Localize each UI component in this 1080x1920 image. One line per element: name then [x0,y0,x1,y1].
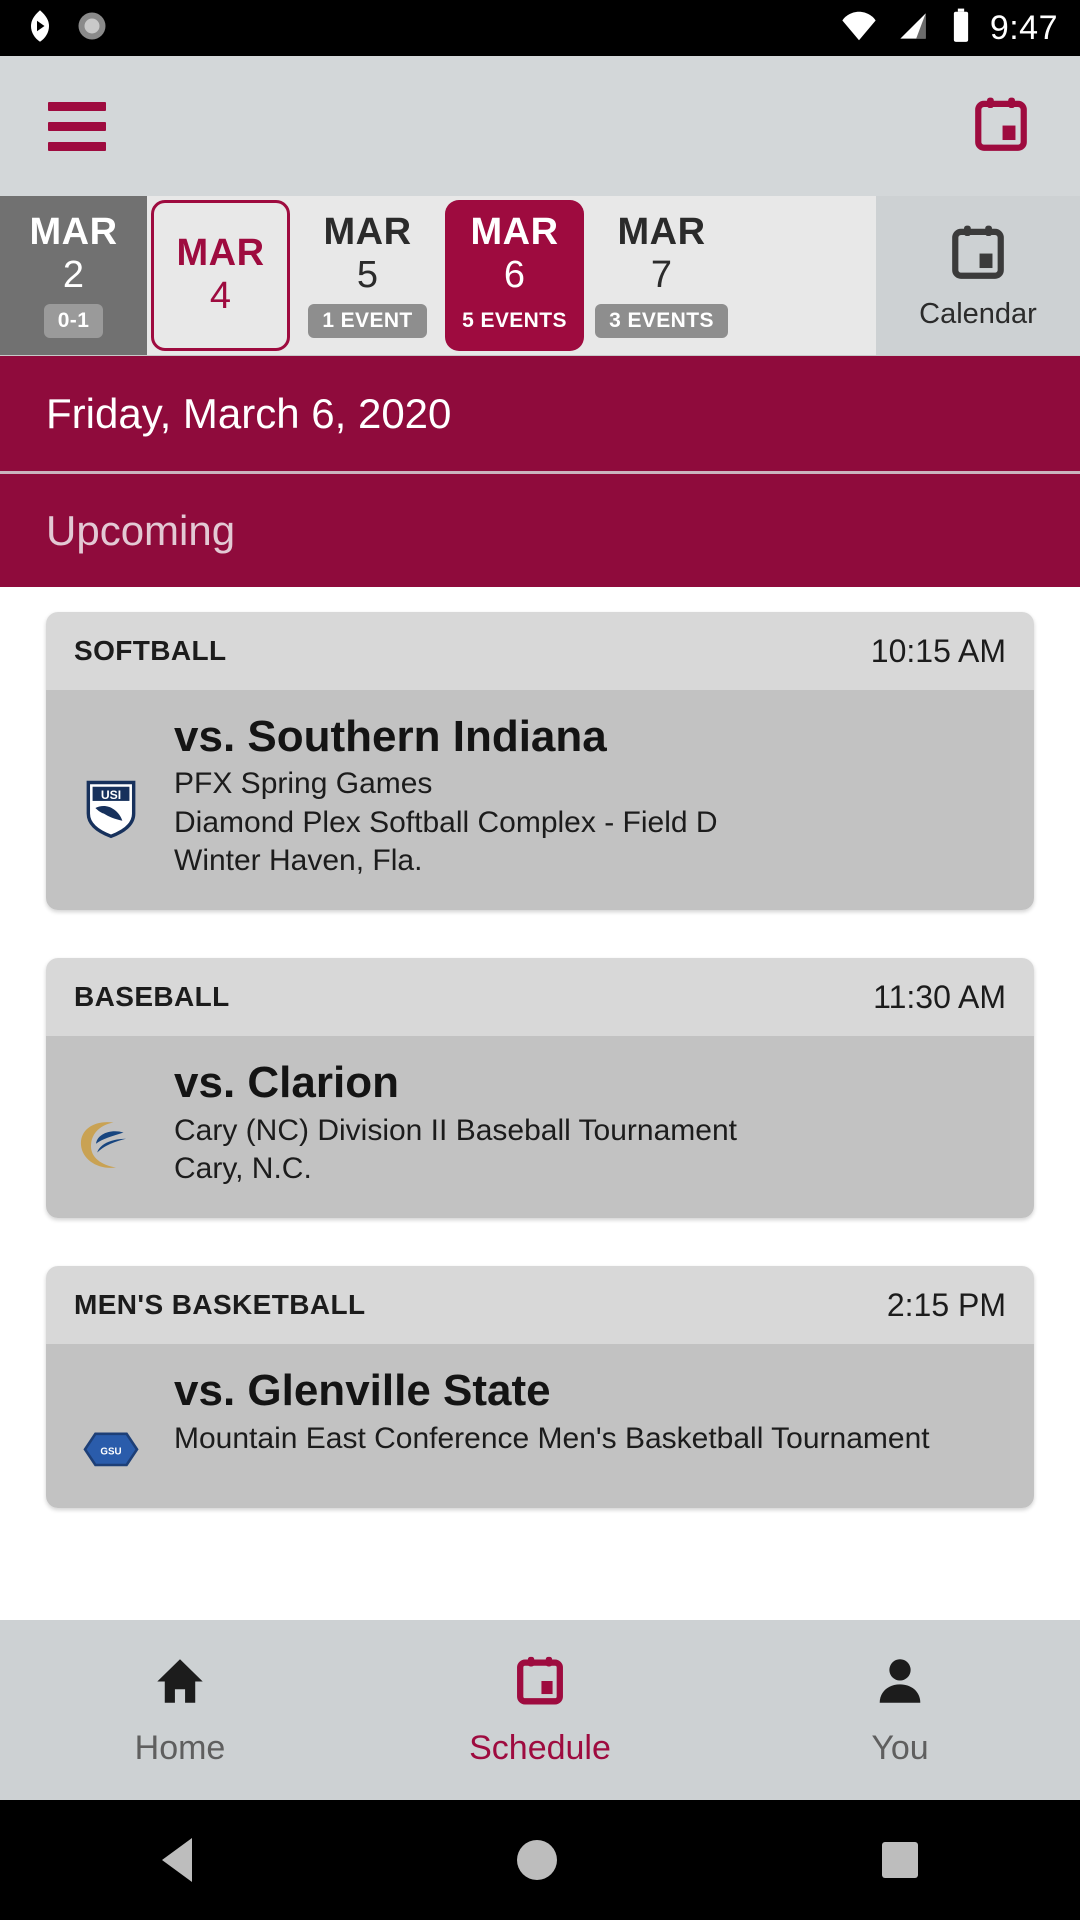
status-bar-system-icons: 9:47 [840,7,1058,50]
calendar-tab-label: Calendar [919,297,1037,330]
home-circle-icon[interactable] [516,1840,557,1880]
event-time: 10:15 AM [870,632,1006,669]
event-card[interactable]: BASEBALL 11:30 AM vs. Clarion Cary (NC) … [46,958,1034,1219]
event-card[interactable]: SOFTBALL 10:15 AM USI vs. Southern India… [46,612,1034,911]
event-meta-line: Mountain East Conference Men's Basketbal… [174,1421,930,1455]
status-bar-notifications [22,8,110,49]
date-selector-strip[interactable]: MAR 2 0-1 MAR 4 MAR 5 1 EVENT MAR 6 5 EV… [0,196,1080,356]
nav-item-you[interactable]: You [720,1652,1080,1768]
back-triangle-icon[interactable] [162,1838,193,1882]
event-details: vs. Clarion Cary (NC) Division II Baseba… [174,1058,1006,1188]
nav-item-schedule[interactable]: Schedule [360,1652,720,1768]
event-details: vs. Glenville State Mountain East Confer… [174,1366,1006,1478]
date-tab-badge: 3 EVENTS [595,304,728,339]
event-opponent: vs. Clarion [174,1058,399,1108]
event-card-header: MEN'S BASKETBALL 2:15 PM [46,1266,1034,1345]
nav-item-home[interactable]: Home [0,1652,360,1768]
usi-screaming-eagles-logo: USI [74,712,148,880]
event-card-body: USI vs. Southern Indiana PFX Spring Game… [46,690,1034,911]
calendar-icon[interactable] [970,93,1032,160]
event-details: vs. Southern Indiana PFX Spring Games Di… [174,712,1006,880]
date-tab-mar-5[interactable]: MAR 5 1 EVENT [294,196,441,355]
event-list: SOFTBALL 10:15 AM USI vs. Southern India… [0,587,1080,1509]
date-tab-badge: 5 EVENTS [462,309,567,333]
date-tab-day: 2 [62,253,85,296]
event-opponent: vs. Southern Indiana [174,712,607,761]
date-tab-mar-6[interactable]: MAR 6 5 EVENTS [441,196,588,355]
event-meta-line: PFX Spring Games [174,767,433,801]
nav-label-you: You [871,1729,929,1767]
date-tab-day: 6 [503,253,526,296]
date-tab-month: MAR [617,210,706,253]
date-tab-badge: 1 EVENT [308,304,427,339]
selected-date-header: Friday, March 6, 2020 [0,356,1080,474]
date-tab-day: 5 [356,253,379,296]
date-tab-day: 7 [650,253,673,296]
wifi-icon [840,7,878,50]
selected-date-text: Friday, March 6, 2020 [46,389,452,437]
clarion-golden-eagles-logo [74,1058,148,1188]
android-navigation-bar [0,1800,1080,1920]
event-card-header: BASEBALL 11:30 AM [46,958,1034,1037]
event-meta-line: Cary (NC) Division II Baseball Tournamen… [174,1113,737,1147]
event-meta-line: Winter Haven, Fla. [174,844,423,878]
event-opponent: vs. Glenville State [174,1366,551,1416]
app-root: 9:47 MAR 2 0-1 MAR 4 MAR 5 1 EVENT MAR 6… [0,0,1080,1920]
play-store-icon [22,8,58,49]
date-tab-mar-2[interactable]: MAR 2 0-1 [0,196,147,355]
recents-square-icon[interactable] [881,1842,918,1878]
date-tab-mar-4[interactable]: MAR 4 [147,196,294,355]
date-tab-month: MAR [29,210,118,253]
event-time: 11:30 AM [873,978,1006,1015]
home-icon [151,1652,209,1715]
event-card-body: GSU vs. Glenville State Mountain East Co… [46,1344,1034,1509]
event-time: 2:15 PM [886,1286,1006,1323]
event-card-header: SOFTBALL 10:15 AM [46,612,1034,690]
event-sport: BASEBALL [74,981,230,1013]
event-card[interactable]: MEN'S BASKETBALL 2:15 PM GSU vs. Glenvil… [46,1266,1034,1509]
bottom-navigation: Home Schedule You [0,1620,1080,1800]
settings-sync-icon [74,8,110,49]
calendar-tab[interactable]: Calendar [876,196,1080,355]
section-header-upcoming: Upcoming [0,474,1080,587]
status-bar-clock: 9:47 [989,8,1058,47]
battery-icon [948,7,974,50]
android-status-bar: 9:47 [0,0,1080,56]
calendar-icon [947,221,1009,288]
nav-label-home: Home [134,1729,226,1767]
date-tab-badge: 0-1 [43,304,104,339]
event-sport: SOFTBALL [74,635,227,666]
svg-text:USI: USI [101,788,121,802]
event-sport: MEN'S BASKETBALL [74,1289,366,1321]
date-tab-month: MAR [176,232,265,275]
calendar-icon [511,1652,569,1715]
nav-label-schedule: Schedule [469,1729,611,1767]
event-meta-line: Diamond Plex Softball Complex - Field D [174,805,718,839]
section-header-label: Upcoming [46,506,236,554]
cell-signal-icon [894,7,932,50]
date-tab-month: MAR [323,210,412,253]
hamburger-menu-icon[interactable] [48,101,106,151]
event-card-body: vs. Clarion Cary (NC) Division II Baseba… [46,1036,1034,1219]
glenville-state-pioneers-logo: GSU [74,1366,148,1478]
person-icon [871,1652,929,1715]
svg-text:GSU: GSU [100,1447,121,1458]
date-tab-mar-7[interactable]: MAR 7 3 EVENTS [588,196,735,355]
date-tab-month: MAR [470,210,559,253]
date-tab-day: 4 [209,275,232,318]
app-bar [0,56,1080,196]
event-meta-line: Cary, N.C. [174,1152,312,1186]
